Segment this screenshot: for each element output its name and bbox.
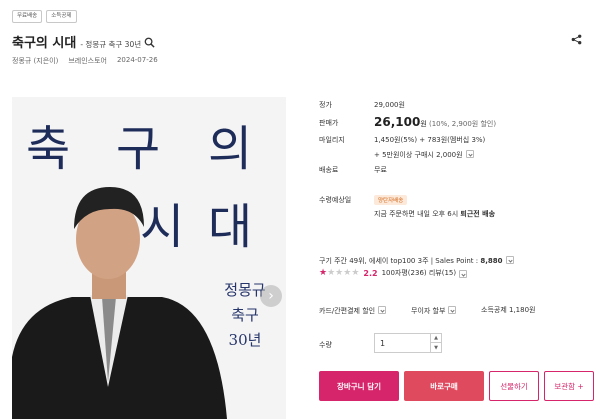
sales-point: 8,880 <box>480 257 503 265</box>
list-price-label: 정가 <box>319 101 332 109</box>
badge-free-shipping: 무료배송 <box>12 10 43 23</box>
author-link[interactable]: 정몽규 (지은이) <box>12 56 58 66</box>
rating-stars: ★ ★ ★ ★ ★ <box>319 267 360 278</box>
gift-button[interactable]: 선물하기 <box>489 371 539 401</box>
rank-row: 구기 주간 49위, 에세이 top100 3주 | Sales Point :… <box>319 255 514 266</box>
add-to-cart-button[interactable]: 장바구니 담기 <box>319 371 399 401</box>
cover-line: 축구 <box>231 306 259 324</box>
card-discount-label: 카드/간편결제 할인 <box>319 307 376 315</box>
wishlist-button[interactable]: 보관함 + <box>544 371 594 401</box>
product-meta: 정몽규 (지은이) 브레인스토어 2024-07-26 <box>12 56 158 66</box>
qty-arrows: ▲ ▼ <box>430 334 441 352</box>
delivery-label: 수령예상일 <box>319 196 352 204</box>
next-image-button[interactable]: › <box>260 285 282 307</box>
publisher-link[interactable]: 브레인스토어 <box>68 56 107 66</box>
deduction-label: 소득공제 1,180원 <box>481 306 536 314</box>
share-icon[interactable] <box>571 34 582 45</box>
rating-row: ★ ★ ★ ★ ★ 2.2 100자평(236) 리뷰(15) <box>319 267 468 278</box>
qty-up-icon[interactable]: ▲ <box>431 334 441 343</box>
product-subtitle: - 정몽규 축구 30년 <box>80 40 142 49</box>
rating-value: 2.2 <box>363 268 378 278</box>
mileage-extra: + 5만원이상 구매시 2,000원 <box>374 149 474 160</box>
buy-now-button[interactable]: 바로구매 <box>404 371 484 401</box>
sale-price-label: 판매가 <box>319 119 339 127</box>
delivery-badge: 양탄자배송 <box>374 195 408 205</box>
badge-tax-deduction: 소득공제 <box>46 10 77 23</box>
installment[interactable]: 무이자 할부 <box>411 306 457 315</box>
rank-text: 구기 주간 49위, 에세이 top100 3주 | Sales Point : <box>319 257 481 265</box>
review-counts[interactable]: 100자평(236) 리뷰(15) <box>382 268 457 278</box>
list-price: 29,000원 <box>374 101 405 109</box>
benefits-row: 카드/간편결제 할인 <box>319 305 387 316</box>
quantity-stepper[interactable]: 1 ▲ ▼ <box>374 333 442 353</box>
deduction-row: 소득공제 1,180원 <box>481 305 535 315</box>
chevron-down-icon <box>448 306 457 314</box>
search-icon[interactable] <box>144 37 155 48</box>
book-cover[interactable]: 축 구 의 시 대 정몽규 축구 30년 › <box>12 97 286 419</box>
qty-down-icon[interactable]: ▼ <box>431 343 441 352</box>
chevron-down-icon[interactable] <box>505 256 514 264</box>
card-discount[interactable]: 카드/간편결제 할인 <box>319 306 387 315</box>
cover-portrait <box>12 187 227 419</box>
installment-label: 무이자 할부 <box>411 307 446 315</box>
badge-list: 무료배송 소득공제 <box>12 10 77 23</box>
qty-label: 수량 <box>319 341 332 349</box>
chevron-down-icon <box>378 306 387 314</box>
chevron-right-icon: › <box>268 288 274 304</box>
product-title: 축구의 시대 <box>12 36 77 51</box>
star-icon: ★ <box>327 267 336 278</box>
cover-line: 30년 <box>228 331 262 349</box>
sale-price-note: (10%, 2,900원 할인) <box>429 120 497 128</box>
delivery-text: 지금 주문하면 내일 오후 6시 <box>374 210 461 218</box>
star-icon: ★ <box>319 267 328 278</box>
shipping-label: 배송료 <box>319 166 339 174</box>
mileage-extra-text: + 5만원이상 구매시 2,000원 <box>374 151 463 159</box>
star-icon: ★ <box>343 267 352 278</box>
quantity-input[interactable]: 1 <box>380 339 385 348</box>
sale-price-unit: 원 <box>420 120 427 128</box>
mileage-label: 마일리지 <box>319 136 345 144</box>
publish-date: 2024-07-26 <box>116 56 158 64</box>
mileage-value: 1,450원(5%) + 783원(멤버십 3%) <box>374 136 486 144</box>
star-icon: ★ <box>335 267 344 278</box>
sale-price-group: 26,100원 (10%, 2,900원 할인) <box>374 115 496 129</box>
chevron-down-icon[interactable] <box>465 150 474 158</box>
sale-price: 26,100 <box>374 115 421 129</box>
shipping-value: 무료 <box>374 166 387 174</box>
installment-row: 무이자 할부 <box>411 305 457 316</box>
chevron-down-icon[interactable] <box>459 270 468 278</box>
title-row: 축구의 시대 - 정몽규 축구 30년 <box>12 32 155 51</box>
delivery-bold: 퇴근전 배송 <box>460 210 496 218</box>
delivery-tag: 양탄자배송 <box>374 195 408 205</box>
delivery-info: 지금 주문하면 내일 오후 6시 퇴근전 배송 <box>374 209 495 219</box>
star-icon: ★ <box>351 267 360 278</box>
